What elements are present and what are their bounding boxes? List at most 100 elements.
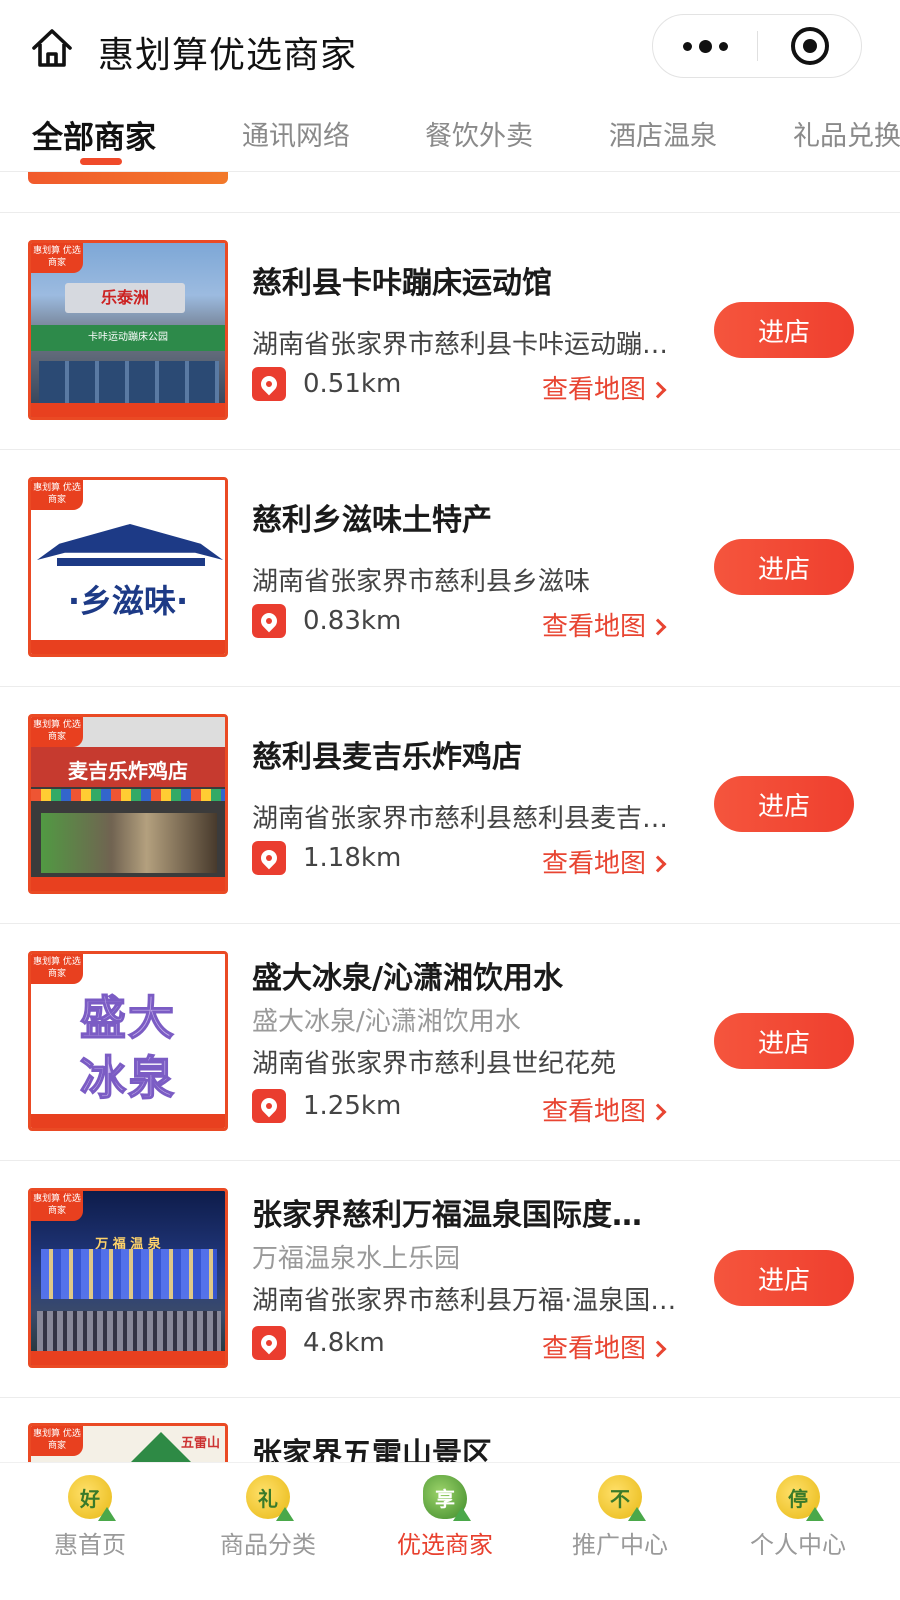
view-map-label: 查看地图	[542, 1097, 647, 1127]
thumb-footer	[31, 1114, 225, 1128]
merchant-name: 慈利县麦吉乐炸鸡店	[252, 740, 522, 775]
thumb-footer	[31, 640, 225, 654]
header: 惠划算优选商家	[0, 0, 900, 100]
enter-store-button[interactable]: 进店	[714, 1250, 854, 1306]
merchant-thumbnail[interactable]: 惠划算 优选商家 乐泰洲卡咔运动蹦床公园	[28, 240, 228, 420]
enter-store-button[interactable]: 进店	[714, 1013, 854, 1069]
thumb-band-text: 卡咔运动蹦床公园	[31, 325, 225, 351]
merchant-name: 慈利县卡咔蹦床运动馆	[252, 266, 552, 301]
target-close-icon[interactable]	[758, 15, 862, 77]
thumb-badge: 惠划算 优选商家	[31, 243, 83, 273]
page-title: 惠划算优选商家	[98, 35, 358, 76]
merchant-item[interactable]: 惠划算 优选商家 万 福 温 泉 张家界慈利万福温泉国际度假酒店 万福温泉水上乐…	[0, 1160, 900, 1397]
view-map-link[interactable]: 查看地图	[542, 1328, 667, 1365]
thumb-sign-text: 乐泰洲	[65, 283, 185, 313]
location-pin-icon	[252, 604, 286, 638]
thumb-footer	[31, 403, 225, 417]
merchant-item[interactable]: 惠划算 优选商家 麦吉乐炸鸡店 慈利县麦吉乐炸鸡店 湖南省张家界市慈利县慈利县麦…	[0, 686, 900, 923]
merchant-address: 湖南省张家界市慈利县卡咔运动蹦床公园	[252, 330, 682, 360]
thumb-badge: 惠划算 优选商家	[31, 1426, 83, 1456]
view-map-link[interactable]: 查看地图	[542, 369, 667, 406]
thumb-badge: 惠划算 优选商家	[31, 1191, 83, 1221]
merchant-distance: 1.25km	[303, 1091, 402, 1121]
merchant-item[interactable]: 惠划算 优选商家 盛大 冰泉 盛大冰泉/沁潇湘饮用水 盛大冰泉/沁潇湘饮用水 湖南…	[0, 923, 900, 1160]
view-map-label: 查看地图	[542, 1334, 647, 1364]
merchant-item[interactable]: 惠划算 优选商家 五雷山 张家界五雷山景区	[0, 1397, 900, 1462]
merchant-list[interactable]: 惠划算 优选商家 乐泰洲卡咔运动蹦床公园 慈利县卡咔蹦床运动馆 湖南省张家界市慈…	[0, 172, 900, 1462]
chevron-right-icon	[649, 855, 667, 873]
nav-label: 惠首页	[54, 1531, 126, 1559]
merchant-address: 湖南省张家界市慈利县乡滋味	[252, 567, 591, 597]
location-pin-icon	[252, 841, 286, 875]
nav-label: 个人中心	[750, 1531, 846, 1559]
more-dots-icon[interactable]	[653, 15, 757, 77]
tab-hotel-hotspring[interactable]: 酒店温泉	[609, 114, 717, 153]
tab-food-delivery[interactable]: 餐饮外卖	[425, 114, 533, 153]
view-map-link[interactable]: 查看地图	[542, 843, 667, 880]
merchant-distance: 0.83km	[303, 606, 402, 636]
merchant-subname: 万福温泉水上乐园	[252, 1244, 461, 1274]
home-icon[interactable]	[28, 24, 76, 72]
view-map-label: 查看地图	[542, 375, 647, 405]
thumb-footer	[31, 1351, 225, 1365]
tab-all-merchants[interactable]: 全部商家	[32, 112, 156, 157]
chevron-right-icon	[649, 1103, 667, 1121]
merchant-thumbnail[interactable]: 惠划算 优选商家 五雷山	[28, 1423, 228, 1462]
nav-merchants[interactable]: 享 优选商家	[355, 1463, 535, 1600]
merchant-address: 湖南省张家界市慈利县世纪花苑	[252, 1049, 617, 1079]
merchant-item[interactable]: 惠划算 优选商家 乐泰洲卡咔运动蹦床公园 慈利县卡咔蹦床运动馆 湖南省张家界市慈…	[0, 212, 900, 449]
view-map-label: 查看地图	[542, 849, 647, 879]
nav-profile[interactable]: 停 个人中心	[708, 1463, 888, 1600]
location-pin-icon	[252, 1089, 286, 1123]
nav-categories[interactable]: 礼 商品分类	[178, 1463, 358, 1600]
tab-telecom[interactable]: 通讯网络	[242, 114, 350, 153]
merchant-subname: 盛大冰泉/沁潇湘饮用水	[252, 1007, 521, 1037]
merchant-name: 盛大冰泉/沁潇湘饮用水	[252, 961, 563, 996]
enter-store-button[interactable]: 进店	[714, 302, 854, 358]
nav-home[interactable]: 好 惠首页	[0, 1463, 180, 1600]
home-coin-icon: 好	[68, 1475, 112, 1519]
thumb-badge: 惠划算 优选商家	[31, 480, 83, 510]
view-map-link[interactable]: 查看地图	[542, 1091, 667, 1128]
view-map-link[interactable]: 查看地图	[542, 606, 667, 643]
nav-promotion[interactable]: 不 推广中心	[530, 1463, 710, 1600]
nav-label: 商品分类	[220, 1531, 316, 1559]
chevron-right-icon	[649, 381, 667, 399]
bottom-tab-bar: 好 惠首页 礼 商品分类 享 优选商家 不 推广中心 停 个人中心	[0, 1462, 900, 1600]
merchant-address: 湖南省张家界市慈利县万福·温泉国际度假酒店	[252, 1286, 682, 1316]
enter-store-button[interactable]: 进店	[714, 539, 854, 595]
merchant-name: 张家界五雷山景区	[252, 1437, 492, 1462]
merchant-thumbnail[interactable]: 惠划算 优选商家 麦吉乐炸鸡店	[28, 714, 228, 894]
merchant-distance: 4.8km	[303, 1328, 385, 1358]
enter-store-button[interactable]: 进店	[714, 776, 854, 832]
thumb-badge: 惠划算 优选商家	[31, 954, 83, 984]
view-map-label: 查看地图	[542, 612, 647, 642]
merchant-name: 张家界慈利万福温泉国际度假酒店	[252, 1198, 664, 1233]
thumb-footer	[31, 877, 225, 891]
merchant-thumbnail[interactable]: 惠划算 优选商家 万 福 温 泉	[28, 1188, 228, 1368]
thumb-logo-text: ·乡滋味·	[67, 582, 189, 620]
merchant-distance: 0.51km	[303, 369, 402, 399]
mini-program-capsule	[652, 14, 862, 78]
location-pin-icon	[252, 1326, 286, 1360]
share-coin-icon: 享	[423, 1475, 467, 1519]
nav-label: 优选商家	[397, 1531, 493, 1559]
merchant-thumbnail[interactable]: 惠划算 优选商家 盛大 冰泉	[28, 951, 228, 1131]
merchant-thumbnail[interactable]: 惠划算 优选商家 ·乡滋味·	[28, 477, 228, 657]
previous-item-thumbnail-edge	[28, 172, 228, 184]
thumb-sign-text: 五雷山	[181, 1436, 221, 1451]
thumb-sign-text: 麦吉乐炸鸡店	[68, 759, 188, 783]
profile-coin-icon: 停	[776, 1475, 820, 1519]
category-tabs: 全部商家 通讯网络 餐饮外卖 酒店温泉 礼品兑换	[0, 100, 900, 172]
thumb-logo-line1: 盛大	[79, 990, 176, 1046]
merchant-distance: 1.18km	[303, 843, 402, 873]
merchant-address: 湖南省张家界市慈利县慈利县麦吉乐炸鸡店	[252, 804, 682, 834]
chevron-right-icon	[649, 1340, 667, 1358]
nav-label: 推广中心	[572, 1531, 668, 1559]
gift-coin-icon: 礼	[246, 1475, 290, 1519]
promo-coin-icon: 不	[598, 1475, 642, 1519]
thumb-logo-line2: 冰泉	[79, 1050, 176, 1106]
tab-gift-exchange[interactable]: 礼品兑换	[793, 114, 900, 153]
merchant-item[interactable]: 惠划算 优选商家 ·乡滋味· 慈利乡滋味土特产 湖南省张家界市慈利县乡滋味 0.…	[0, 449, 900, 686]
merchant-name: 慈利乡滋味土特产	[252, 503, 492, 538]
